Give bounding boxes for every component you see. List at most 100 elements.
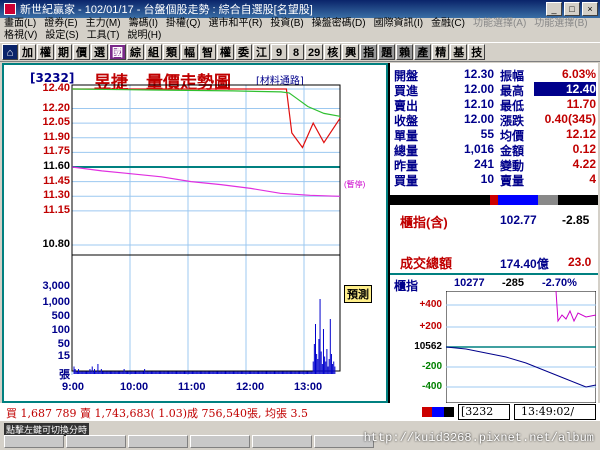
quote-label: 買量 <box>394 174 419 188</box>
code-input[interactable]: [3232 <box>458 404 510 420</box>
quote-value: 0.40(345) <box>544 112 596 126</box>
toolbar-button[interactable]: 組 <box>145 44 162 60</box>
stopped-label: (暫停) <box>344 180 366 189</box>
order-bar <box>390 195 598 205</box>
app-icon <box>4 3 16 15</box>
toolbar-button[interactable]: 委 <box>235 44 252 60</box>
mini-label: 櫃指 <box>394 279 419 293</box>
menu-item[interactable]: 操盤密碼(D) <box>312 18 366 30</box>
index-label: 櫃指(含) <box>400 215 448 230</box>
quote-row: 賣出 12.10 最低 11.70 <box>392 97 598 113</box>
toolbar-button[interactable]: 選 <box>91 44 108 60</box>
price-chart-panel: [3232] 昱捷 量價走勢圖 [材料通路] 12.40 12.20 12.05 11… <box>2 63 388 403</box>
toolbar-button[interactable]: 智 <box>199 44 216 60</box>
turnover-label: 成交總額 <box>400 256 453 271</box>
title-bar: 新世紀贏家 - 102/01/17 - 台盤個股走勢 : 綜合自選股[名望股] … <box>0 0 600 18</box>
taskbar-item[interactable] <box>66 435 126 448</box>
toolbar-button[interactable]: 權 <box>37 44 54 60</box>
turnover-extra: 23.0 <box>568 255 592 269</box>
menu-item[interactable]: 金融(C) <box>431 18 465 30</box>
mini-tick: +200 <box>419 321 442 332</box>
menu-item[interactable]: 說明(H) <box>127 30 161 42</box>
quote-row: 總量 1,016 金額 0.12 <box>392 142 598 158</box>
taskbar-buttons <box>0 435 420 449</box>
toolbar-button[interactable]: 興 <box>342 44 360 60</box>
toolbar-button[interactable]: 核 <box>324 44 342 60</box>
quote-value: 55 <box>480 127 494 141</box>
main-area: [3232] 昱捷 量價走勢圖 [材料通路] 12.40 12.20 12.05 11… <box>2 63 598 403</box>
watermark-url: http://kuid3268.pixnet.net/album <box>363 431 594 445</box>
toolbar-button[interactable]: 幅 <box>181 44 198 60</box>
toolbar-button[interactable]: 基 <box>450 44 468 60</box>
minimize-button[interactable]: _ <box>546 2 562 16</box>
toolbar-button[interactable]: 29 <box>305 44 324 60</box>
taskbar-item[interactable] <box>252 435 312 448</box>
menu-item[interactable]: 籌碼(I) <box>129 18 158 30</box>
index-mini-chart[interactable] <box>446 291 596 403</box>
menu-item[interactable]: 主力(M) <box>86 18 121 30</box>
toolbar-button[interactable]: 國 <box>109 44 126 60</box>
close-button[interactable]: × <box>582 2 598 16</box>
taskbar-item[interactable] <box>190 435 250 448</box>
menu-item[interactable]: 國際資訊(I) <box>374 18 423 30</box>
quote-value: 11.70 <box>566 97 596 111</box>
index-mini-panel: 櫃指 10277 -285 -2.70% +400 +200 10562 -200 -4… <box>390 273 598 403</box>
mini-change: -285 <box>502 277 525 289</box>
toolbar-button[interactable]: 權 <box>217 44 234 60</box>
menu-item[interactable]: 功能選擇(B) <box>534 18 587 30</box>
clock: 13:49:02/ <box>514 404 596 420</box>
menu-item[interactable]: 工具(T) <box>87 30 120 42</box>
chart-border <box>71 84 341 372</box>
toolbar-button[interactable]: 題 <box>378 44 396 60</box>
quote-row: 收盤 12.00 漲跌 0.40(345) <box>392 112 598 128</box>
quote-row: 買量 10 賣量 4 <box>392 172 598 188</box>
quote-value: 12.00 <box>463 112 494 126</box>
toolbar-button[interactable]: 產 <box>414 44 432 60</box>
window-controls: _ □ × <box>546 2 598 16</box>
home-button[interactable]: ⌂ <box>2 44 18 60</box>
taskbar-item[interactable] <box>128 435 188 448</box>
quote-value: 12.10 <box>463 97 494 111</box>
menu-item[interactable]: 證券(E) <box>44 18 77 30</box>
status-bar: 買 1,687 789 賣 1,743,683( 1.03)成 756,540張… <box>0 403 600 421</box>
toolbar-button[interactable]: 類 <box>163 44 180 60</box>
forecast-button[interactable]: 預測 <box>344 285 372 303</box>
toolbar-button[interactable]: 價 <box>73 44 90 60</box>
quote-value: 12.40 <box>534 82 596 96</box>
toolbar-button[interactable]: 精 <box>432 44 450 60</box>
quote-value: 6.03% <box>561 67 596 81</box>
taskbar-item[interactable] <box>4 435 64 448</box>
toolbar-button[interactable]: 技 <box>468 44 486 60</box>
quote-value: 10 <box>480 172 494 186</box>
toolbar-button[interactable]: 9 <box>271 44 287 60</box>
menu-bar: 畫面(L) 證券(E) 主力(M) 籌碼(I) 掛權(Q) 選市和平(R) 投資(B) 操盤密… <box>0 18 600 42</box>
mini-tick: -200 <box>421 361 442 372</box>
menu-item[interactable]: 選市和平(R) <box>208 18 262 30</box>
price-series-line <box>71 88 341 117</box>
quote-value: 12.30 <box>463 67 494 81</box>
toolbar-button[interactable]: 綜 <box>127 44 144 60</box>
toolbar-button[interactable]: 加 <box>19 44 36 60</box>
price-chart-svg[interactable] <box>4 65 390 405</box>
menu-item[interactable]: 畫面(L) <box>4 18 36 30</box>
menu-item[interactable]: 格視(V) <box>4 30 37 42</box>
quote-value: 12.00 <box>463 82 494 96</box>
toolbar-button[interactable]: 指 <box>360 44 378 60</box>
quote-value: 241 <box>473 157 494 171</box>
index-change: -2.85 <box>562 213 590 227</box>
price-series-line <box>72 88 341 149</box>
quote-value: 1,016 <box>463 142 494 156</box>
mini-value: 10277 <box>454 277 485 289</box>
toolbar-button[interactable]: 8 <box>288 44 304 60</box>
toolbar-button[interactable]: 江 <box>253 44 270 60</box>
taskbar: 點擊左鍵可切換分時 http://kuid3268.pixnet.net/alb… <box>0 421 600 450</box>
toolbar-button[interactable]: 期 <box>55 44 72 60</box>
toolbar-button[interactable]: 賴 <box>396 44 414 60</box>
menu-item[interactable]: 功能選擇(A) <box>473 18 526 30</box>
menu-item[interactable]: 設定(S) <box>45 30 78 42</box>
quote-value: 0.12 <box>572 142 596 156</box>
menu-item[interactable]: 掛權(Q) <box>166 18 200 30</box>
maximize-button[interactable]: □ <box>564 2 580 16</box>
menu-item[interactable]: 投資(B) <box>270 18 303 30</box>
quote-panel: 開盤 12.30 振幅 6.03% 買進 12.00 最高 12.40 賣出 12.10 最低 11.… <box>390 63 598 403</box>
